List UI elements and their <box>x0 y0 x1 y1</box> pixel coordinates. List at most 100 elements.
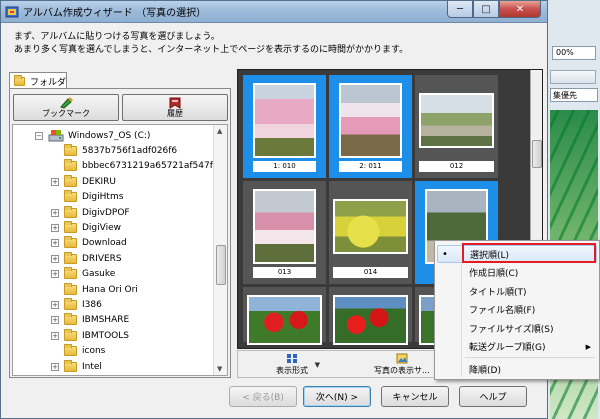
photo-grid-scroll-thumb[interactable] <box>532 140 542 168</box>
bookmark-button[interactable]: ブックマーク <box>13 94 119 121</box>
folder-icon <box>64 190 77 203</box>
folder-tree-item[interactable]: + DRIVERS <box>51 251 122 266</box>
folder-tree-item[interactable]: + Download <box>51 236 127 251</box>
folder-tree-item[interactable]: + IBMSHARE <box>51 313 129 328</box>
instructions-line-1: まず、アルバムに貼りつける写真を選びましょう。 <box>14 32 220 42</box>
folder-icon <box>64 267 77 280</box>
photo-caption: 012 <box>419 161 494 172</box>
folder-icon <box>64 220 77 233</box>
album-app-icon <box>5 6 19 17</box>
folder-tree-item-label: Download <box>82 238 127 249</box>
photo-image <box>247 295 322 345</box>
photo-image <box>339 83 402 158</box>
folder-icon <box>64 344 77 357</box>
folder-tree-item-label: IBMTOOLS <box>82 330 129 341</box>
menu-item[interactable]: タイトル順(T) <box>437 282 597 300</box>
folder-tree-item[interactable]: + IBMTOOLS <box>51 328 129 343</box>
folder-icon <box>64 282 77 295</box>
folder-tree-item[interactable]: + DEKIRU <box>51 174 116 189</box>
window-controls: ─ □ ✕ <box>447 1 541 18</box>
folder-tree-item-label: DEKIRU <box>82 176 117 187</box>
folder-tree-scrollbar[interactable]: ▲ ▼ <box>213 125 227 375</box>
folder-tree-item[interactable]: − Windows7_OS (C:) <box>35 128 150 143</box>
menu-item-label: ファイルサイズ順(S) <box>469 324 554 335</box>
photo-display-button[interactable]: 写真の表示サ... ▼ <box>374 353 444 376</box>
view-format-button[interactable]: 表示形式 ▼ <box>276 353 320 376</box>
folder-icon <box>64 143 77 156</box>
folder-tree-item[interactable]: DigiHtms <box>51 190 123 205</box>
grid-view-icon <box>287 354 297 363</box>
title-bar: アルバム作成ウィザード （写真の選択） ─ □ ✕ <box>1 1 547 23</box>
maximize-button[interactable]: □ <box>473 1 499 18</box>
tab-folder[interactable]: フォルダ <box>9 72 67 89</box>
background-dropdown[interactable]: 集優先 <box>550 88 598 102</box>
folder-icon <box>64 174 77 187</box>
photo-thumbnail[interactable]: 012 <box>415 75 498 178</box>
scroll-down-arrow-icon[interactable]: ▼ <box>217 365 222 373</box>
folder-tree[interactable]: ▲ ▼ − Windows7_OS (C:) 5837b756f1adf026f6 b… <box>12 124 228 376</box>
photo-thumbnail[interactable] <box>329 287 412 345</box>
menu-item[interactable]: 転送グループ順(G) ▶ <box>437 338 597 356</box>
zoom-field[interactable]: 00% <box>552 46 596 60</box>
photo-thumbnail[interactable]: 013 <box>243 181 326 284</box>
menu-item-descending[interactable]: 降順(D) <box>437 360 597 378</box>
minimize-button[interactable]: ─ <box>447 1 473 18</box>
close-button[interactable]: ✕ <box>499 1 541 18</box>
expand-icon[interactable]: + <box>51 239 59 248</box>
folder-tree-item-label: DigiView <box>82 222 122 233</box>
photo-thumbnail[interactable]: 014 <box>329 181 412 284</box>
expand-icon[interactable]: + <box>51 254 59 263</box>
folder-tree-scroll-thumb[interactable] <box>216 245 226 285</box>
folder-tree-item[interactable]: + Gasuke <box>51 267 115 282</box>
folder-tree-item[interactable]: 5837b756f1adf026f6 <box>51 143 177 158</box>
photo-caption: 2: 011 <box>339 161 402 172</box>
cancel-button[interactable]: キャンセル <box>381 386 449 407</box>
help-button[interactable]: ヘルプ <box>459 386 527 407</box>
expand-icon[interactable]: + <box>51 331 59 340</box>
folder-icon <box>64 328 77 341</box>
folder-icon <box>64 297 77 310</box>
next-button[interactable]: 次へ(N) > <box>303 386 371 407</box>
photo-thumbnail[interactable]: 1: 010 <box>243 75 326 178</box>
expand-icon[interactable]: + <box>51 223 59 232</box>
menu-item-label: 降順(D) <box>469 365 501 376</box>
expand-icon[interactable]: + <box>51 362 59 371</box>
chevron-down-icon[interactable]: ▼ <box>315 361 320 369</box>
folder-tree-item-label: bbbec6731219a65721af547f <box>82 161 213 172</box>
hard-drive-icon <box>48 129 64 141</box>
expand-icon[interactable]: + <box>51 300 59 309</box>
menu-item-label: タイトル順(T) <box>469 287 527 298</box>
expand-icon[interactable]: + <box>51 270 59 279</box>
instructions-line-2: あまり多く写真を選んでしまうと、インターネット上でページを表示するのに時間がかか… <box>14 45 409 55</box>
photo-thumbnail[interactable] <box>243 287 326 345</box>
scroll-up-arrow-icon[interactable]: ▲ <box>217 127 222 135</box>
folder-tree-item[interactable]: Hana Ori Ori <box>51 282 138 297</box>
photo-thumbnail[interactable]: 2: 011 <box>329 75 412 178</box>
menu-item[interactable]: 作成日順(C) <box>437 264 597 282</box>
folder-tree-item-label: Hana Ori Ori <box>82 284 138 295</box>
expand-icon[interactable]: + <box>51 177 59 186</box>
folder-icon <box>64 236 77 249</box>
expand-icon[interactable]: + <box>51 316 59 325</box>
menu-item-label: 作成日順(C) <box>469 269 519 279</box>
folder-panel: ブックマーク 履歴 ▲ ▼ − Windows7_OS (C:) 5837b756f… <box>9 88 231 378</box>
folder-tree-item-label: I386 <box>82 299 102 310</box>
menu-item[interactable]: ファイルサイズ順(S) <box>437 319 597 337</box>
folder-tree-item[interactable]: icons <box>51 344 105 359</box>
folder-tree-item[interactable]: + I386 <box>51 297 102 312</box>
background-toolbar <box>550 70 596 84</box>
menu-item[interactable]: ファイル名順(F) <box>437 301 597 319</box>
folder-tree-item[interactable]: + DigiView <box>51 220 121 235</box>
collapse-icon[interactable]: − <box>35 131 43 140</box>
folder-tree-item[interactable]: + DigivDPOF <box>51 205 130 220</box>
history-label: 履歴 <box>167 108 183 118</box>
folder-tree-item[interactable]: + Intel <box>51 359 102 374</box>
expand-icon[interactable]: + <box>51 208 59 217</box>
back-button[interactable]: < 戻る(B) <box>229 386 297 407</box>
folder-tree-item-label: IBMSHARE <box>82 315 130 326</box>
folder-icon <box>64 205 77 218</box>
menu-item-label: 転送グループ順(G) <box>469 343 546 353</box>
folder-tree-item[interactable]: bbbec6731219a65721af547f <box>51 159 213 174</box>
history-button[interactable]: 履歴 <box>122 94 228 121</box>
photo-image <box>333 199 408 254</box>
